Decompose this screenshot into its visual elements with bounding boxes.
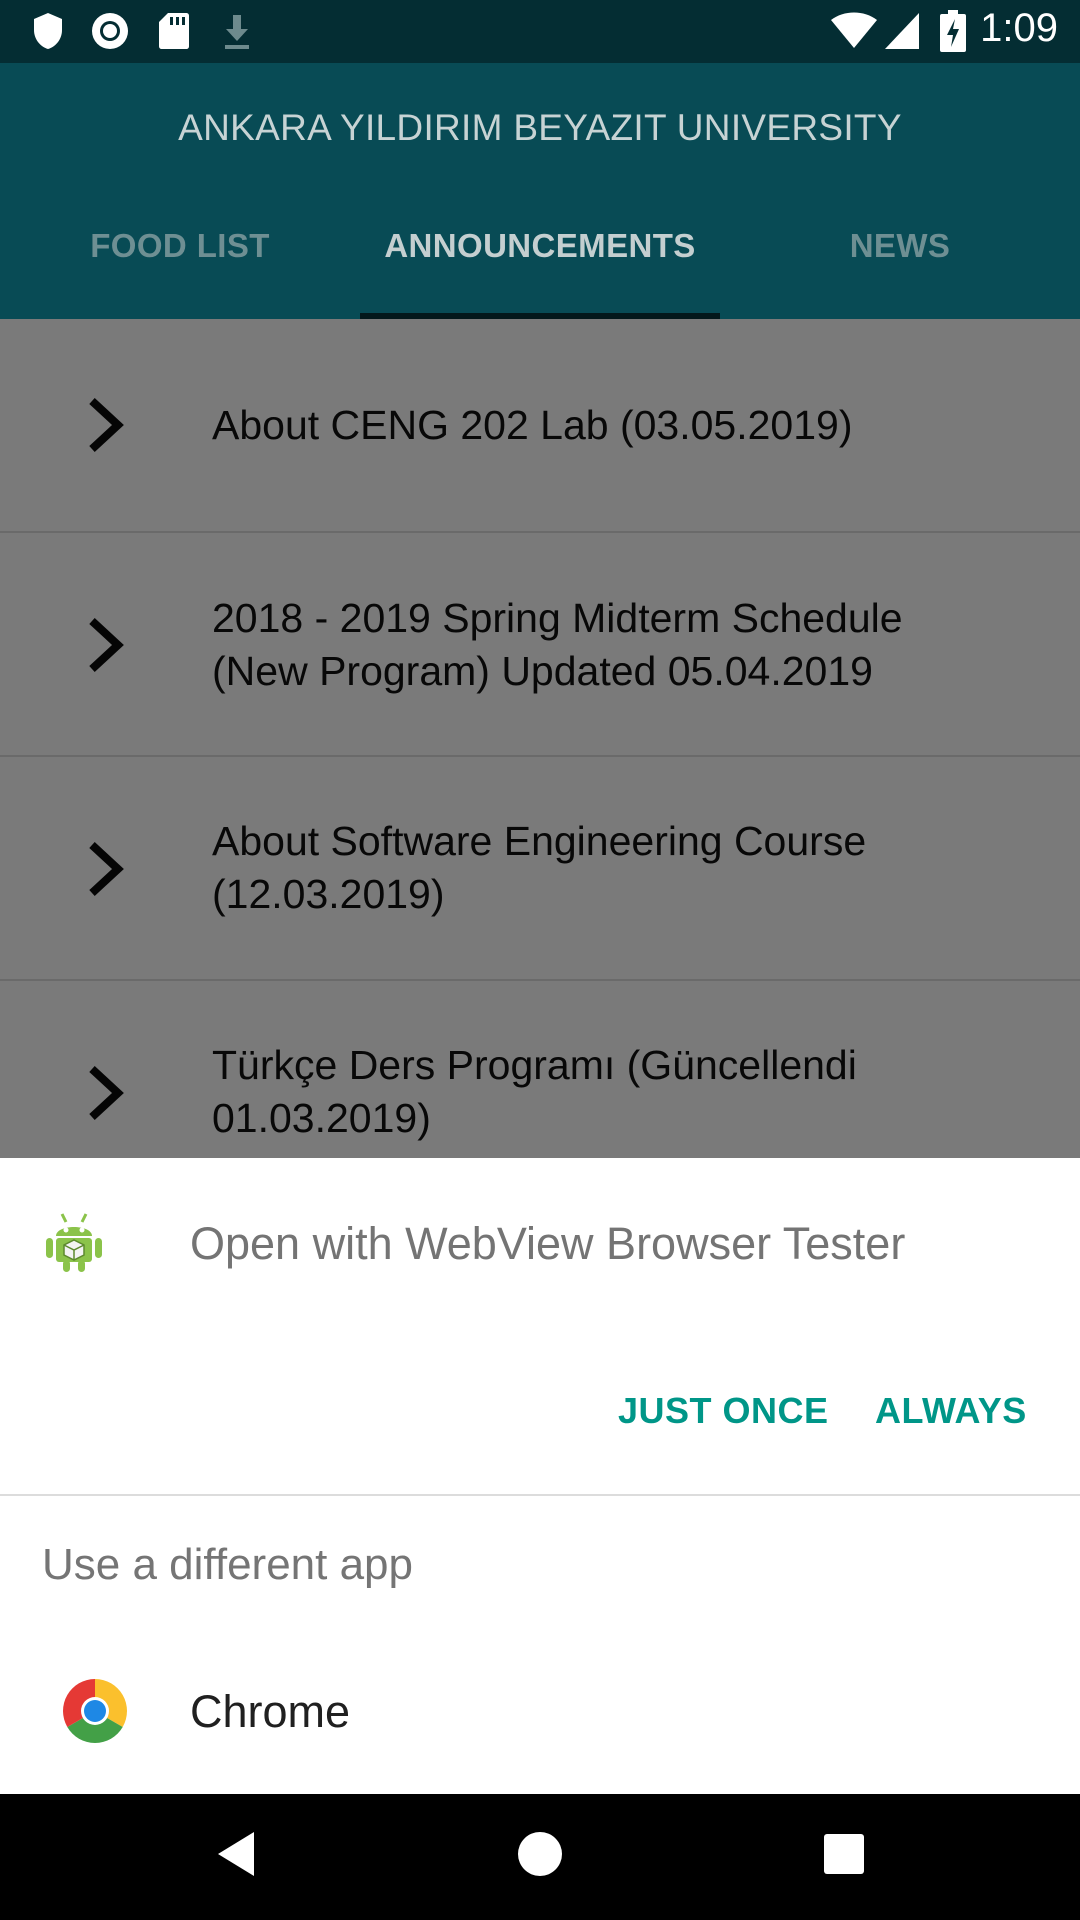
app-option-label: Chrome <box>190 1686 351 1737</box>
sheet-title: Open with WebView Browser Tester <box>190 1218 906 1269</box>
chevron-right-icon <box>89 618 124 672</box>
back-icon[interactable] <box>206 1824 266 1884</box>
tab-announcements[interactable]: ANNOUNCEMENTS <box>360 227 720 265</box>
announcement-row[interactable]: About CENG 202 Lab (03.05.2019) <box>0 319 1080 533</box>
sheet-subtitle: Use a different app <box>42 1540 413 1589</box>
signal-icon <box>882 10 922 52</box>
announcement-line: Türkçe Ders Programı (Güncellendi <box>212 1042 857 1088</box>
shield-icon <box>30 10 66 52</box>
app-bar: ANKARA YILDIRIM BEYAZIT UNIVERSITY FOOD … <box>0 63 1080 319</box>
tab-news[interactable]: NEWS <box>720 227 1080 265</box>
battery-charging-icon <box>938 10 968 52</box>
announcement-line: (New Program) Updated 05.04.2019 <box>212 648 873 694</box>
status-bar: 1:09 <box>0 0 1080 63</box>
announcement-line: About Software Engineering Course <box>212 818 867 864</box>
announcement-row[interactable]: About Software Engineering Course (12.03… <box>0 757 1080 981</box>
download-icon <box>220 10 254 52</box>
announcement-title: Türkçe Ders Programı (Güncellendi 01.03.… <box>212 1039 1040 1145</box>
sd-card-icon <box>156 10 192 52</box>
tab-food-list[interactable]: FOOD LIST <box>0 227 360 265</box>
announcement-line: 2018 - 2019 Spring Midterm Schedule <box>212 595 903 641</box>
chevron-right-icon <box>89 398 124 452</box>
app-title: ANKARA YILDIRIM BEYAZIT UNIVERSITY <box>178 107 902 148</box>
chrome-icon <box>63 1679 127 1743</box>
chevron-right-icon <box>89 1066 124 1120</box>
always-button[interactable]: ALWAYS <box>875 1390 1027 1432</box>
chevron-right-icon <box>89 842 124 896</box>
announcement-title: About CENG 202 Lab (03.05.2019) <box>212 399 1040 452</box>
announcement-title: 2018 - 2019 Spring Midterm Schedule (New… <box>212 592 1040 698</box>
announcement-line: (12.03.2019) <box>212 871 445 917</box>
home-icon[interactable] <box>510 1824 570 1884</box>
app-option-chrome[interactable]: Chrome <box>0 1678 1080 1794</box>
open-with-sheet: Open with WebView Browser Tester JUST ON… <box>0 1158 1080 1794</box>
screen: 1:09 ANKARA YILDIRIM BEYAZIT UNIVERSITY … <box>0 0 1080 1920</box>
recents-icon[interactable] <box>814 1824 874 1884</box>
record-icon <box>88 10 132 52</box>
status-time: 1:09 <box>980 6 1058 50</box>
just-once-button[interactable]: JUST ONCE <box>618 1390 829 1432</box>
navigation-bar <box>0 1794 1080 1920</box>
wifi-icon <box>830 10 878 52</box>
announcement-row[interactable]: 2018 - 2019 Spring Midterm Schedule (New… <box>0 533 1080 757</box>
announcement-title: About Software Engineering Course (12.03… <box>212 815 1040 921</box>
sheet-divider <box>0 1494 1080 1496</box>
announcement-line: About CENG 202 Lab (03.05.2019) <box>212 402 853 448</box>
announcement-line: 01.03.2019) <box>212 1095 431 1141</box>
android-icon <box>46 1213 102 1272</box>
